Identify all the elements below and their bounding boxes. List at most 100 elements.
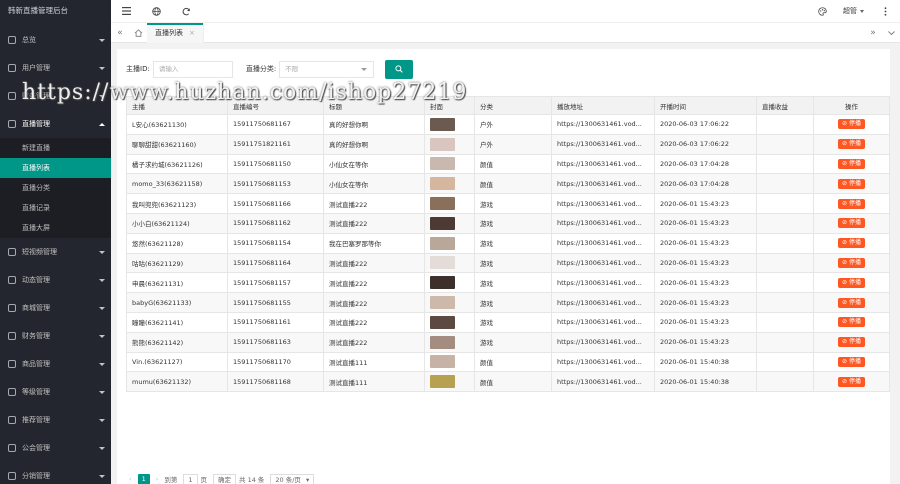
cell-anchor: Vin.(63621127) [126, 352, 228, 373]
cover-thumbnail[interactable] [430, 137, 455, 151]
sidebar-item-distribution[interactable]: 分销管理 [0, 462, 111, 484]
stop-live-button[interactable]: ⊘ 停播 [838, 158, 865, 169]
tabs-scroll-right-icon[interactable]: » [864, 23, 882, 43]
stop-live-button[interactable]: ⊘ 停播 [838, 277, 865, 288]
cell-category: 游戏 [474, 292, 552, 313]
cover-thumbnail[interactable] [430, 177, 455, 191]
cell-play-url: https://1300631461.vod... [551, 213, 655, 234]
sidebar-item-recommend[interactable]: 推荐管理 [0, 406, 111, 434]
sidebar-item-goods[interactable]: 商品管理 [0, 350, 111, 378]
stop-live-button[interactable]: ⊘ 停播 [838, 119, 865, 130]
menu-toggle-icon[interactable] [111, 0, 141, 23]
sidebar-item-finance[interactable]: 财务管理 [0, 322, 111, 350]
stop-live-button[interactable]: ⊘ 停播 [838, 297, 865, 308]
cell-live-no: 15911750681168 [227, 371, 324, 393]
cell-actions: ⊘ 停播 [813, 272, 890, 294]
current-page[interactable]: 1 [137, 473, 150, 484]
tabs-scroll-left-icon[interactable]: « [111, 23, 129, 43]
cover-thumbnail[interactable] [430, 355, 455, 369]
cell-income [756, 193, 814, 214]
more-vertical-icon[interactable] [870, 0, 900, 23]
sidebar-item-levels[interactable]: 等级管理 [0, 378, 111, 406]
cell-start-time: 2020-06-01 15:43:23 [654, 332, 757, 353]
home-tab-icon[interactable] [129, 23, 147, 43]
close-icon[interactable]: × [189, 29, 195, 37]
confirm-button[interactable]: 确定 [213, 473, 236, 484]
col-category[interactable]: 分类 [474, 96, 552, 115]
cover-thumbnail[interactable] [430, 315, 455, 329]
stop-live-button[interactable]: ⊘ 停播 [838, 218, 865, 229]
cell-title: 真的好想你啊 [323, 114, 425, 135]
sidebar-subitem-live-screen[interactable]: 直播大屏 [0, 218, 111, 238]
page-number-input[interactable]: 1 [183, 473, 198, 484]
col-cover[interactable]: 封面 [424, 96, 475, 115]
chevron-down-icon [99, 474, 105, 478]
cover-thumbnail[interactable] [430, 276, 455, 290]
guild-icon [8, 444, 16, 452]
refresh-icon[interactable] [171, 0, 201, 23]
shop-icon [8, 304, 16, 312]
user-menu[interactable]: 超管 [837, 6, 870, 16]
cell-start-time: 2020-06-01 15:40:38 [654, 371, 757, 393]
col-anchor[interactable]: 主播 [126, 96, 228, 115]
search-button[interactable] [385, 59, 414, 79]
sidebar-item-overview[interactable]: 总览 [0, 26, 111, 54]
stop-live-button[interactable]: ⊘ 停播 [838, 376, 865, 387]
cell-title: 测试直播222 [323, 292, 425, 313]
sidebar-subitem-live-list[interactable]: 直播列表 [0, 158, 111, 178]
cover-thumbnail[interactable] [430, 157, 455, 171]
col-income[interactable]: 直播收益 [756, 96, 814, 115]
page-size-select[interactable]: 20 条/页 ▾ [270, 473, 315, 484]
sidebar-subitem-new-live[interactable]: 新建直播 [0, 138, 111, 158]
col-start-time[interactable]: 开播时间 [654, 96, 757, 115]
cell-income [756, 134, 814, 155]
stop-live-button[interactable]: ⊘ 停播 [838, 238, 865, 249]
col-play-url[interactable]: 播放地址 [551, 96, 655, 115]
content-card: 主播ID: 请输入 直播分类: 不限 主播 直播编号 标题 封面 分类 播放地址… [117, 49, 890, 484]
theme-palette-icon[interactable] [807, 0, 837, 23]
col-live-no[interactable]: 直播编号 [227, 96, 324, 115]
col-title[interactable]: 标题 [323, 96, 425, 115]
cover-thumbnail[interactable] [430, 236, 455, 250]
tabs-dropdown-icon[interactable] [882, 23, 900, 43]
sidebar-subitem-live-records[interactable]: 直播记录 [0, 198, 111, 218]
next-page-icon[interactable]: › [153, 475, 162, 483]
stop-live-label: 停播 [848, 219, 861, 227]
sidebar-item-short-video[interactable]: 短视频管理 [0, 238, 111, 266]
cell-anchor: 熊熊(63621142) [126, 332, 228, 353]
cover-thumbnail[interactable] [430, 216, 455, 230]
chevron-down-icon [99, 66, 105, 70]
sidebar-item-guild[interactable]: 公会管理 [0, 434, 111, 462]
prev-page-icon[interactable]: ‹ [126, 475, 135, 483]
cover-thumbnail[interactable] [430, 335, 455, 349]
stop-live-button[interactable]: ⊘ 停播 [838, 356, 865, 367]
sidebar-item-mall[interactable]: 商城管理 [0, 294, 111, 322]
cover-thumbnail[interactable] [430, 256, 455, 270]
cell-title: 测试直播222 [323, 312, 425, 333]
stop-live-button[interactable]: ⊘ 停播 [838, 337, 865, 348]
stop-live-button[interactable]: ⊘ 停播 [838, 198, 865, 209]
table-row: 我叫兜兜(63621123) 15911750681166 测试直播222 游戏 htt… [126, 193, 890, 214]
sidebar-item-moments[interactable]: 动态管理 [0, 266, 111, 294]
tab-live-list[interactable]: 直播列表 × [147, 22, 204, 43]
cover-thumbnail[interactable] [430, 197, 455, 211]
globe-icon[interactable] [141, 0, 171, 23]
chevron-down-icon [99, 446, 105, 450]
stop-live-button[interactable]: ⊘ 停播 [838, 317, 865, 328]
sidebar-subitem-live-category[interactable]: 直播分类 [0, 178, 111, 198]
chevron-down-icon [99, 362, 105, 366]
cell-category: 颜值 [474, 371, 552, 393]
tabs-right-nav: » [864, 23, 900, 43]
category-select[interactable]: 不限 [279, 60, 375, 78]
sidebar-item-finance-top[interactable]: 财务管理 [0, 82, 111, 110]
goto-label: 到第 [164, 476, 178, 484]
stop-live-button[interactable]: ⊘ 停播 [838, 257, 865, 268]
sidebar-item-live[interactable]: 直播管理 [0, 110, 111, 138]
stop-live-button[interactable]: ⊘ 停播 [838, 139, 865, 150]
sidebar-item-users[interactable]: 用户管理 [0, 54, 111, 82]
anchor-id-input[interactable]: 请输入 [152, 60, 233, 78]
cover-thumbnail[interactable] [430, 117, 455, 131]
stop-live-button[interactable]: ⊘ 停播 [838, 178, 865, 189]
cover-thumbnail[interactable] [430, 375, 455, 389]
cover-thumbnail[interactable] [430, 296, 455, 310]
